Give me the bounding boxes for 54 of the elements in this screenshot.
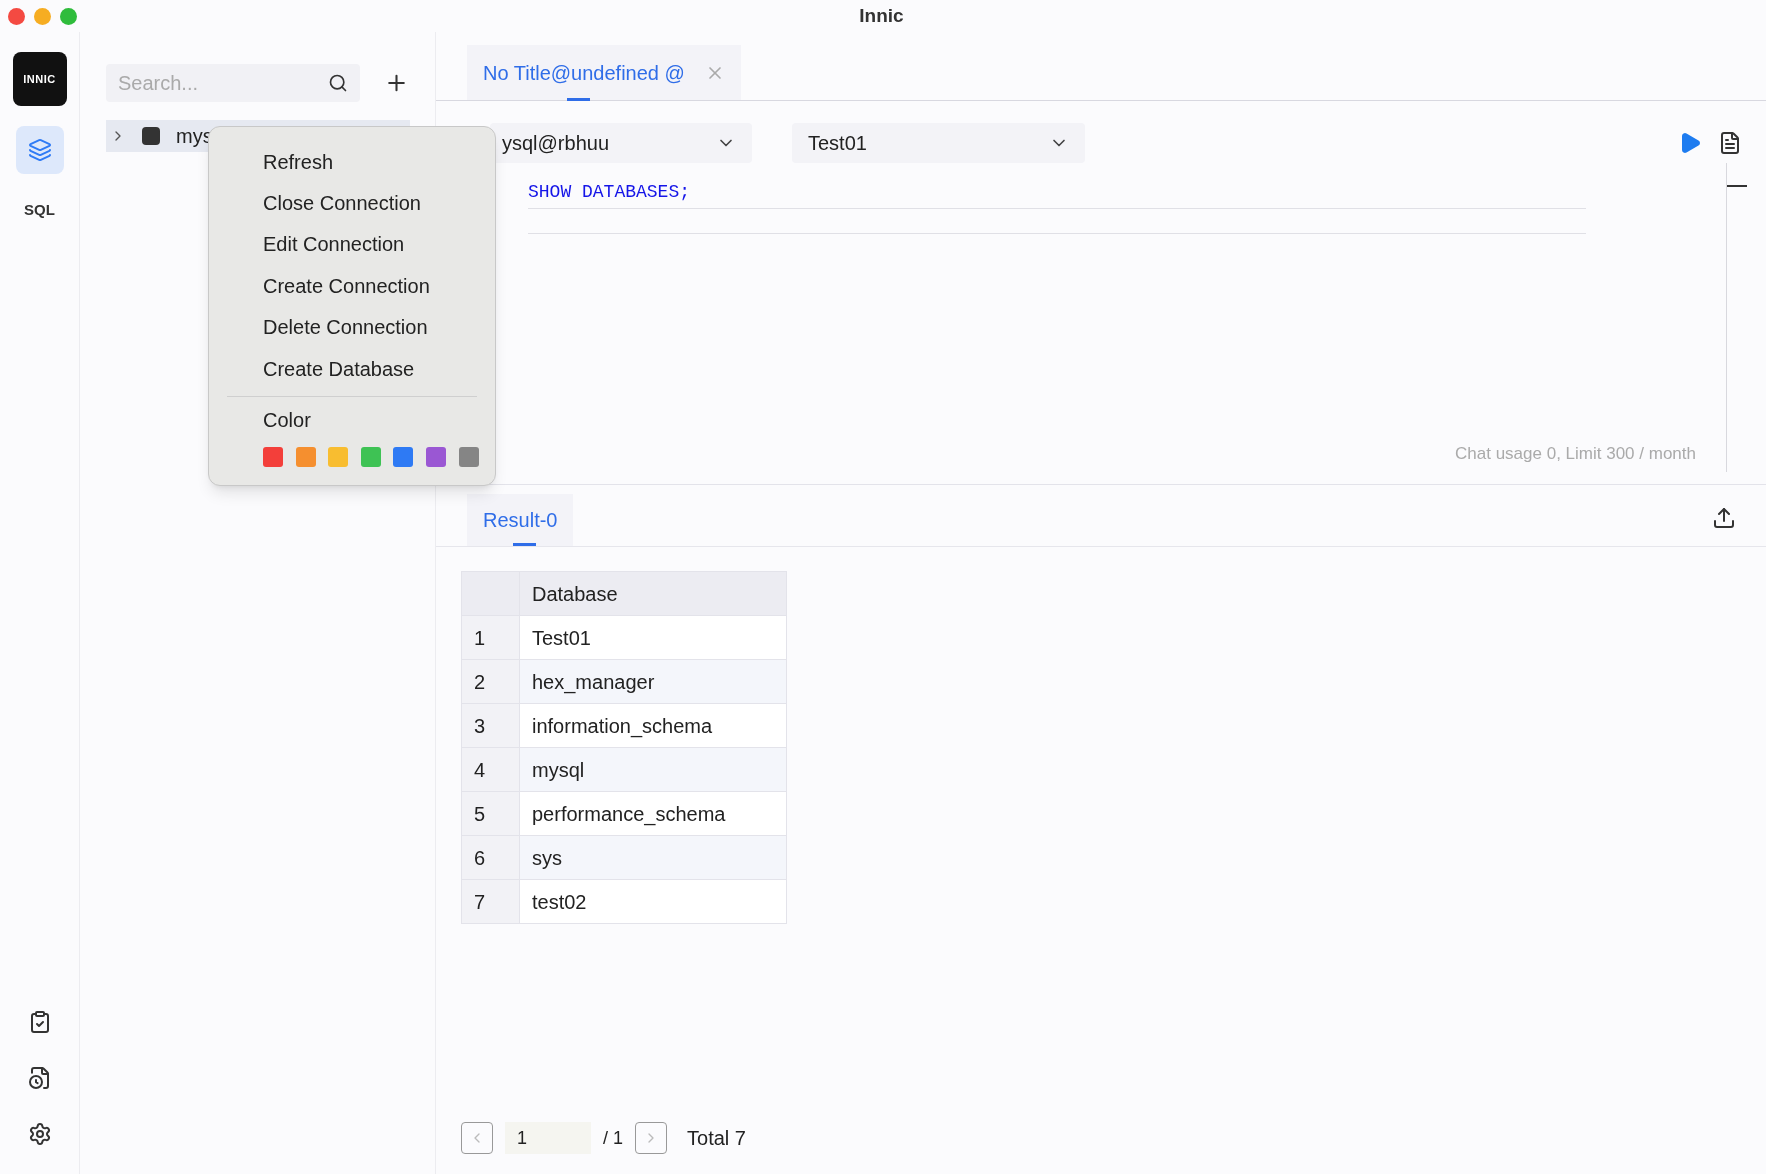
table-cell: test02 — [519, 879, 787, 924]
editor-tab[interactable]: No Title@undefined @ — [467, 45, 741, 100]
menu-item[interactable]: Create Connection — [209, 265, 495, 307]
page-count: / 1 — [603, 1126, 623, 1150]
result-tab[interactable]: Result-0 — [467, 494, 574, 546]
color-swatch[interactable] — [295, 447, 316, 468]
sql-nav-button[interactable]: SQL — [15, 186, 64, 234]
table-cell: mysql — [519, 747, 787, 792]
row-number: 4 — [461, 747, 520, 792]
row-number: 7 — [461, 879, 520, 924]
window-title: Innic — [859, 3, 904, 28]
usage-text: Chat usage 0, Limit 300 / month — [1455, 442, 1696, 465]
file-clock-icon — [27, 1066, 52, 1090]
maximize-window-icon[interactable] — [60, 7, 77, 25]
database-nav-button[interactable] — [15, 126, 64, 174]
search-field[interactable]: Search... — [106, 64, 360, 102]
table-cell: performance_schema — [519, 791, 787, 836]
color-swatch[interactable] — [263, 447, 283, 468]
database-select[interactable]: Test01 — [792, 123, 1085, 163]
next-page-button[interactable] — [635, 1122, 667, 1154]
page-field[interactable]: 1 — [505, 1122, 591, 1154]
row-number: 3 — [461, 703, 520, 748]
minimize-window-icon[interactable] — [34, 7, 51, 25]
color-swatch[interactable] — [393, 447, 414, 468]
close-window-icon[interactable] — [8, 7, 25, 25]
total-count: Total 7 — [687, 1126, 746, 1151]
row-number: 2 — [461, 659, 520, 704]
table-cell: Test01 — [519, 615, 787, 660]
table-cell: hex_manager — [519, 659, 787, 704]
menu-item[interactable]: Edit Connection — [209, 223, 495, 266]
sql-code: SHOW DATABASES; — [528, 181, 692, 204]
color-swatch[interactable] — [458, 447, 479, 468]
menu-item[interactable]: Delete Connection — [209, 306, 495, 348]
connection-icon — [142, 127, 160, 145]
database-icon — [27, 138, 52, 162]
settings-icon — [27, 1122, 52, 1146]
export-icon[interactable] — [1712, 506, 1736, 530]
app-logo: INNIC — [12, 52, 67, 106]
connection-select[interactable]: ysql@rbhuu — [490, 123, 752, 163]
color-swatch[interactable] — [328, 447, 349, 468]
menu-item[interactable]: Close Connection — [209, 182, 495, 224]
previous-page-button[interactable] — [461, 1122, 493, 1154]
row-number: 1 — [461, 615, 520, 660]
color-label: Color — [263, 408, 311, 434]
table-cell: sys — [519, 835, 787, 880]
row-number: 5 — [461, 791, 520, 836]
row-number: 6 — [461, 835, 520, 880]
column-header: Database — [519, 571, 787, 616]
table-cell: information_schema — [519, 703, 787, 748]
color-swatch[interactable] — [425, 447, 446, 468]
menu-item[interactable]: Create Database — [209, 347, 495, 390]
search-icon[interactable] — [328, 73, 348, 93]
color-swatch[interactable] — [360, 447, 381, 468]
document-icon[interactable] — [1718, 131, 1742, 155]
